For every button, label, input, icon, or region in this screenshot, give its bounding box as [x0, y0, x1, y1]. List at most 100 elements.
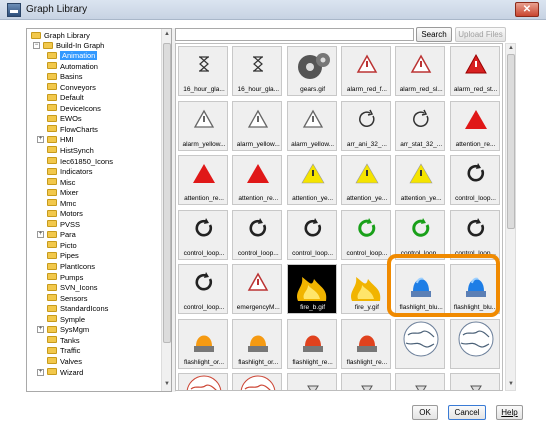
- graph-tile[interactable]: alarm_yellow...: [178, 100, 228, 151]
- scroll-down-icon[interactable]: ▼: [508, 381, 514, 387]
- graph-tile[interactable]: [449, 318, 500, 369]
- graph-tile[interactable]: control_loop...: [178, 264, 228, 314]
- graph-tile[interactable]: emergencyM...: [232, 264, 283, 314]
- tree-item-deviceicons[interactable]: DeviceIcons: [47, 104, 101, 114]
- graph-tile[interactable]: control_loop...: [178, 209, 228, 260]
- tree-item-flowcharts[interactable]: FlowCharts: [47, 125, 98, 135]
- tree-item-mixer[interactable]: Mixer: [47, 188, 78, 198]
- folder-tree: Graph Library − Build-In Graph Animation…: [26, 28, 172, 392]
- graph-tile[interactable]: fire_b.gif: [286, 264, 337, 314]
- upload-files-button[interactable]: Upload Files: [455, 27, 506, 42]
- tree-item-motors[interactable]: Motors: [47, 209, 83, 219]
- tree-item-automation[interactable]: Automation: [47, 62, 98, 72]
- graph-tile[interactable]: [178, 373, 228, 390]
- expand-icon[interactable]: +: [37, 368, 44, 376]
- graph-tile[interactable]: [232, 373, 283, 390]
- refresh-outline-icon: [396, 102, 444, 140]
- tree-item-iec61850_icons[interactable]: Iec61850_Icons: [47, 157, 113, 167]
- tree-item-tanks[interactable]: Tanks: [47, 336, 80, 346]
- graph-tile[interactable]: control_loop...: [232, 209, 283, 260]
- graph-tile[interactable]: control_loop...: [449, 155, 500, 205]
- tree-scrollbar[interactable]: ▲ ▼: [161, 29, 171, 391]
- search-button[interactable]: Search: [416, 27, 452, 42]
- graph-tile[interactable]: arr_stat_32_...: [395, 100, 446, 151]
- tree-item-standardicons[interactable]: StandardIcons: [47, 304, 108, 314]
- tree-item-sensors[interactable]: Sensors: [47, 294, 88, 304]
- graph-tile[interactable]: attention_re...: [178, 155, 228, 205]
- tree-item-label: Mmc: [60, 198, 77, 208]
- tree-item-hmi[interactable]: + HMI: [37, 135, 74, 145]
- graph-tile[interactable]: fire_y.gif: [340, 264, 391, 314]
- tree-item-pipes[interactable]: Pipes: [47, 251, 79, 261]
- tree-scroll-thumb[interactable]: [163, 43, 171, 343]
- graph-tile[interactable]: gears.gif: [286, 46, 337, 96]
- grid-scrollbar[interactable]: ▲ ▼: [505, 43, 516, 391]
- graph-tile[interactable]: attention_re...: [232, 155, 283, 205]
- graph-tile[interactable]: alarm_red_f...: [340, 46, 391, 96]
- graph-tile[interactable]: [395, 373, 446, 390]
- graph-tile[interactable]: [395, 318, 446, 369]
- expand-icon[interactable]: +: [37, 136, 44, 144]
- graph-tile[interactable]: attention_ye...: [340, 155, 391, 205]
- graph-tile[interactable]: control_loop...: [286, 209, 337, 260]
- tree-item-planticons[interactable]: PlantIcons: [47, 262, 95, 272]
- tree-root[interactable]: Graph Library: [31, 31, 90, 41]
- graph-tile[interactable]: flashlight_re...: [286, 318, 337, 369]
- title-bar[interactable]: Graph Library ✕: [0, 0, 546, 20]
- graph-tile[interactable]: control_loop...: [449, 209, 500, 260]
- ok-button[interactable]: OK: [412, 405, 438, 420]
- tree-item-wizard[interactable]: + Wizard: [37, 368, 83, 378]
- tree-item-traffic[interactable]: Traffic: [47, 346, 80, 356]
- graph-tile[interactable]: [340, 373, 391, 390]
- graph-tile[interactable]: attention_ye...: [286, 155, 337, 205]
- tree-item-basins[interactable]: Basins: [47, 72, 83, 82]
- grid-scroll-thumb[interactable]: [507, 54, 515, 229]
- graph-tile[interactable]: attention_re...: [449, 100, 500, 151]
- scroll-up-icon[interactable]: ▲: [508, 45, 514, 51]
- graph-tile[interactable]: control_loop...: [340, 209, 391, 260]
- scroll-down-icon[interactable]: ▼: [164, 381, 170, 387]
- graph-tile[interactable]: alarm_red_sl...: [395, 46, 446, 96]
- graph-tile[interactable]: alarm_yellow...: [286, 100, 337, 151]
- graph-tile[interactable]: alarm_yellow...: [232, 100, 283, 151]
- graph-tile[interactable]: flashlight_blu...: [449, 264, 500, 314]
- graph-tile[interactable]: attention_ye...: [395, 155, 446, 205]
- graph-tile[interactable]: alarm_red_st...: [449, 46, 500, 96]
- graph-tile[interactable]: [449, 373, 500, 390]
- tree-item-label: Traffic: [60, 346, 81, 356]
- tree-item-default[interactable]: Default: [47, 93, 84, 103]
- help-button[interactable]: Help: [496, 405, 523, 420]
- tree-item-pumps[interactable]: Pumps: [47, 273, 83, 283]
- tree-item-histsynch[interactable]: HistSynch: [47, 146, 94, 156]
- graph-tile[interactable]: flashlight_or...: [178, 318, 228, 369]
- graph-tile[interactable]: flashlight_re...: [340, 318, 391, 369]
- cancel-button[interactable]: Cancel: [448, 405, 486, 420]
- graph-tile[interactable]: flashlight_or...: [232, 318, 283, 369]
- tree-item-symple[interactable]: Symple: [47, 315, 85, 325]
- tree-item-pvss[interactable]: PVSS: [47, 220, 80, 230]
- tree-group[interactable]: − Build-In Graph: [33, 41, 104, 51]
- graph-tile[interactable]: 16_hour_gla...: [232, 46, 283, 96]
- graph-tile[interactable]: flashlight_blu...: [395, 264, 446, 314]
- expand-icon[interactable]: +: [37, 326, 44, 334]
- tree-item-animation[interactable]: Animation: [47, 51, 98, 61]
- search-input[interactable]: [175, 28, 414, 41]
- expand-icon[interactable]: +: [37, 231, 44, 239]
- graph-tile[interactable]: 16_hour_gla...: [178, 46, 228, 96]
- tree-item-misc[interactable]: Misc: [47, 178, 75, 188]
- graph-tile[interactable]: arr_ani_32_...: [340, 100, 391, 151]
- tree-item-ewos[interactable]: EWOs: [47, 114, 82, 124]
- graph-tile[interactable]: control_loop...: [395, 209, 446, 260]
- tree-item-svn_icons[interactable]: SVN_Icons: [47, 283, 98, 293]
- scroll-up-icon[interactable]: ▲: [164, 31, 170, 37]
- tree-item-conveyors[interactable]: Conveyors: [47, 83, 96, 93]
- close-button[interactable]: ✕: [515, 2, 539, 17]
- tree-item-mmc[interactable]: Mmc: [47, 199, 76, 209]
- tree-item-valves[interactable]: Valves: [47, 357, 82, 367]
- tree-item-picto[interactable]: Picto: [47, 241, 77, 251]
- tree-item-indicators[interactable]: Indicators: [47, 167, 93, 177]
- collapse-icon[interactable]: −: [33, 42, 40, 49]
- tree-item-para[interactable]: + Para: [37, 230, 76, 240]
- graph-tile[interactable]: [286, 373, 337, 390]
- tree-item-sysmgm[interactable]: + SysMgm: [37, 325, 89, 335]
